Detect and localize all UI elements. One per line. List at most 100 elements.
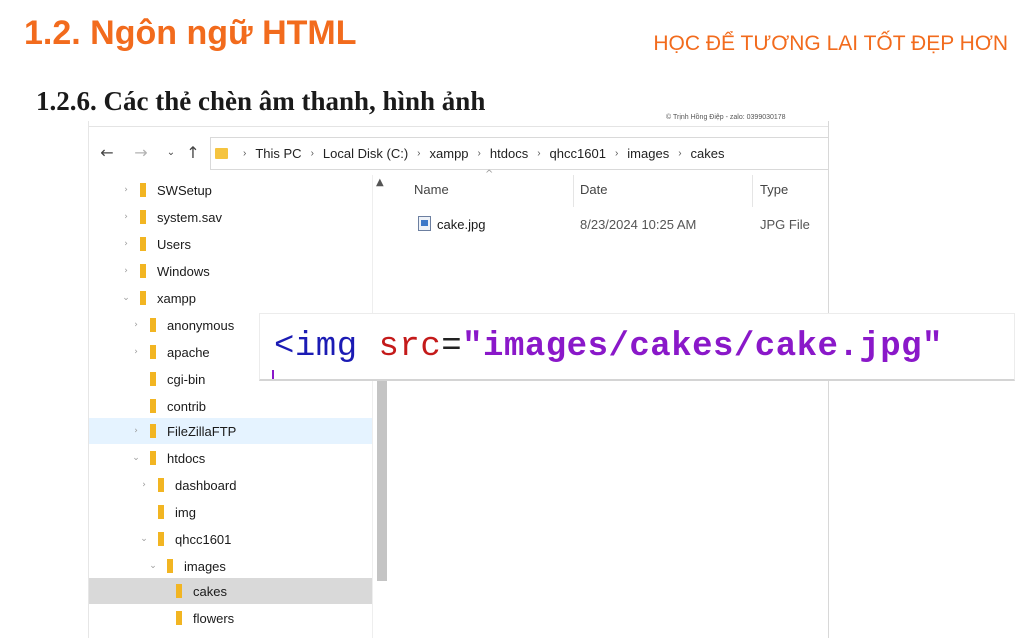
folder-icon (150, 451, 156, 465)
chevron-down-icon[interactable]: ⌄ (119, 293, 133, 303)
tree-item-label: apache (167, 344, 210, 360)
tree-item[interactable]: ⌄ xampp (119, 285, 369, 311)
folder-icon (167, 559, 173, 573)
tree-item-label: qhcc1601 (175, 531, 232, 547)
tree-item[interactable]: › FileZillaFTP (89, 418, 372, 444)
tree-item-label: Windows (157, 263, 210, 279)
chevron-down-icon[interactable]: ⌄ (146, 561, 160, 571)
tree-item[interactable]: ⌄ qhcc1601 (137, 526, 369, 552)
breadcrumb-htdocs[interactable]: htdocs (490, 146, 528, 161)
tree-item[interactable]: flowers (155, 605, 369, 631)
chevron-right-icon[interactable]: › (119, 212, 133, 222)
scroll-thumb[interactable] (377, 371, 387, 581)
code-value: "images/cakes/cake.jpg" (462, 328, 943, 366)
chevron-right-icon: › (614, 148, 619, 159)
tree-item[interactable]: › Users (119, 231, 369, 257)
chevron-right-icon: › (477, 148, 481, 159)
chevron-right-icon[interactable]: › (129, 426, 143, 436)
file-date: 8/23/2024 10:25 AM (580, 217, 697, 232)
tree-item-label: flowers (193, 610, 235, 626)
folder-icon (215, 148, 228, 159)
folder-icon (150, 372, 156, 386)
tree-item-label: cakes (193, 583, 227, 599)
folder-icon (150, 399, 156, 413)
code-snippet: <img src="images/cakes/cake.jpg" (259, 313, 1015, 381)
back-arrow-icon[interactable]: ← (95, 139, 119, 165)
chevron-right-icon: › (243, 148, 247, 159)
tree-item[interactable]: cakes (89, 578, 372, 604)
chevron-right-icon[interactable]: › (119, 239, 133, 249)
up-arrow-icon[interactable]: ↑ (181, 139, 205, 165)
breadcrumb-cakes[interactable]: cakes (691, 146, 725, 161)
tree-item-label: anonymous (167, 317, 235, 333)
tree-item[interactable]: ⌄ htdocs (129, 445, 369, 471)
watermark: © Trịnh Hồng Điệp - zalo: 0399030178 (666, 114, 786, 121)
breadcrumb-xampp[interactable]: xampp (430, 146, 469, 161)
tree-item[interactable]: › system.sav (119, 204, 369, 230)
folder-icon (150, 345, 156, 359)
folder-icon (140, 210, 146, 224)
folder-icon (140, 291, 146, 305)
folder-icon (176, 584, 182, 598)
chevron-down-icon[interactable]: ⌄ (159, 139, 183, 165)
tree-item[interactable]: ⌄ images (146, 553, 369, 579)
chevron-right-icon[interactable]: › (129, 347, 143, 357)
file-name: cake.jpg (437, 217, 486, 232)
slide-title: 1.2. Ngôn ngữ HTML (24, 14, 357, 52)
tree-item[interactable]: › dashboard (137, 472, 369, 498)
file-type: JPG File (760, 217, 810, 232)
code-equals: = (441, 328, 463, 366)
folder-icon (176, 611, 182, 625)
tree-item[interactable]: › Windows (119, 258, 369, 284)
tree-item[interactable]: › SWSetup (119, 177, 369, 203)
tree-item-label: htdocs (167, 450, 206, 466)
tree-item[interactable]: contrib (129, 393, 369, 419)
image-file-icon (418, 216, 431, 231)
scroll-up-icon[interactable]: ▲ (376, 177, 384, 188)
tree-item-label: dashboard (175, 477, 237, 493)
text-cursor (272, 370, 274, 379)
column-header-type[interactable]: Type (760, 175, 788, 203)
code-tag: <img (274, 328, 379, 366)
tree-item-label: FileZillaFTP (167, 423, 237, 439)
chevron-right-icon[interactable]: › (119, 266, 133, 276)
tree-item-label: images (184, 558, 226, 574)
folder-icon (150, 318, 156, 332)
tree-item-label: contrib (167, 398, 207, 414)
tree-item-label: xampp (157, 290, 197, 306)
column-header-name[interactable]: Name (414, 175, 449, 203)
slogan: HỌC ĐỂ TƯƠNG LAI TỐT ĐẸP HƠN (653, 32, 1008, 55)
chevron-right-icon[interactable]: › (119, 185, 133, 195)
file-list: ^ Name Date Type cake.jpg 8/23/2024 10:2… (390, 169, 828, 638)
ribbon-strip (89, 121, 828, 127)
chevron-right-icon[interactable]: › (129, 320, 143, 330)
folder-icon (158, 478, 164, 492)
column-header-date[interactable]: Date (580, 175, 607, 203)
chevron-right-icon: › (417, 148, 421, 159)
breadcrumb-this-pc[interactable]: This PC (255, 146, 301, 161)
tree-item-label: Users (157, 236, 191, 252)
folder-icon (158, 532, 164, 546)
tree-item[interactable]: img (137, 499, 369, 525)
sort-arrow-icon: ^ (485, 169, 494, 180)
file-row[interactable]: cake.jpg 8/23/2024 10:25 AM JPG File (390, 211, 828, 237)
forward-arrow-icon[interactable]: → (129, 139, 153, 165)
address-bar[interactable]: › This PC › Local Disk (C:) › xampp › ht… (210, 137, 828, 170)
folder-icon (140, 237, 146, 251)
folder-icon (140, 264, 146, 278)
breadcrumb-qhcc1601[interactable]: qhcc1601 (550, 146, 606, 161)
chevron-right-icon: › (678, 148, 682, 159)
chevron-right-icon[interactable]: › (137, 480, 151, 490)
tree-item-label: cgi-bin (167, 371, 206, 387)
breadcrumb-local-disk[interactable]: Local Disk (C:) (323, 146, 408, 161)
nav-pane-scrollbar[interactable]: ▲ (372, 175, 390, 638)
chevron-down-icon[interactable]: ⌄ (129, 453, 143, 463)
tree-item-label: system.sav (157, 209, 223, 225)
code-line: <img src="images/cakes/cake.jpg" (274, 328, 943, 366)
folder-icon (158, 505, 164, 519)
tree-item-label: SWSetup (157, 182, 212, 198)
breadcrumb-images[interactable]: images (627, 146, 669, 161)
section-heading: 1.2.6. Các thẻ chèn âm thanh, hình ảnh (36, 86, 486, 116)
chevron-down-icon[interactable]: ⌄ (137, 534, 151, 544)
navigation-bar: ← → ⌄ ↑ › This PC › Local Disk (C:) › xa… (89, 135, 828, 171)
